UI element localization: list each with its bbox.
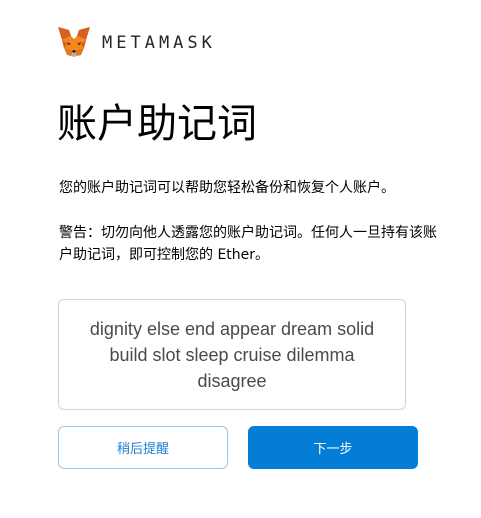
next-button[interactable]: 下一步 bbox=[248, 426, 418, 469]
seed-phrase-box: dignity else end appear dream solid buil… bbox=[58, 299, 406, 410]
metamask-fox-icon bbox=[57, 26, 91, 58]
metamask-wordmark: METAMASK bbox=[102, 33, 216, 53]
seed-phrase-warning: 警告：切勿向他人透露您的账户助记词。任何人一旦持有该账户助记词，即可控制您的 E… bbox=[59, 225, 437, 263]
page-title: 账户助记词 bbox=[57, 101, 257, 147]
seed-phrase-page: METAMASK 账户助记词 您的账户助记词可以帮助您轻松备份和恢复个人账户。 … bbox=[0, 0, 481, 518]
seed-phrase-text: dignity else end appear dream solid buil… bbox=[89, 318, 375, 391]
seed-phrase-description: 您的账户助记词可以帮助您轻松备份和恢复个人账户。 bbox=[59, 180, 395, 196]
app-header: METAMASK bbox=[57, 25, 216, 59]
remind-me-later-button[interactable]: 稍后提醒 bbox=[58, 426, 228, 469]
